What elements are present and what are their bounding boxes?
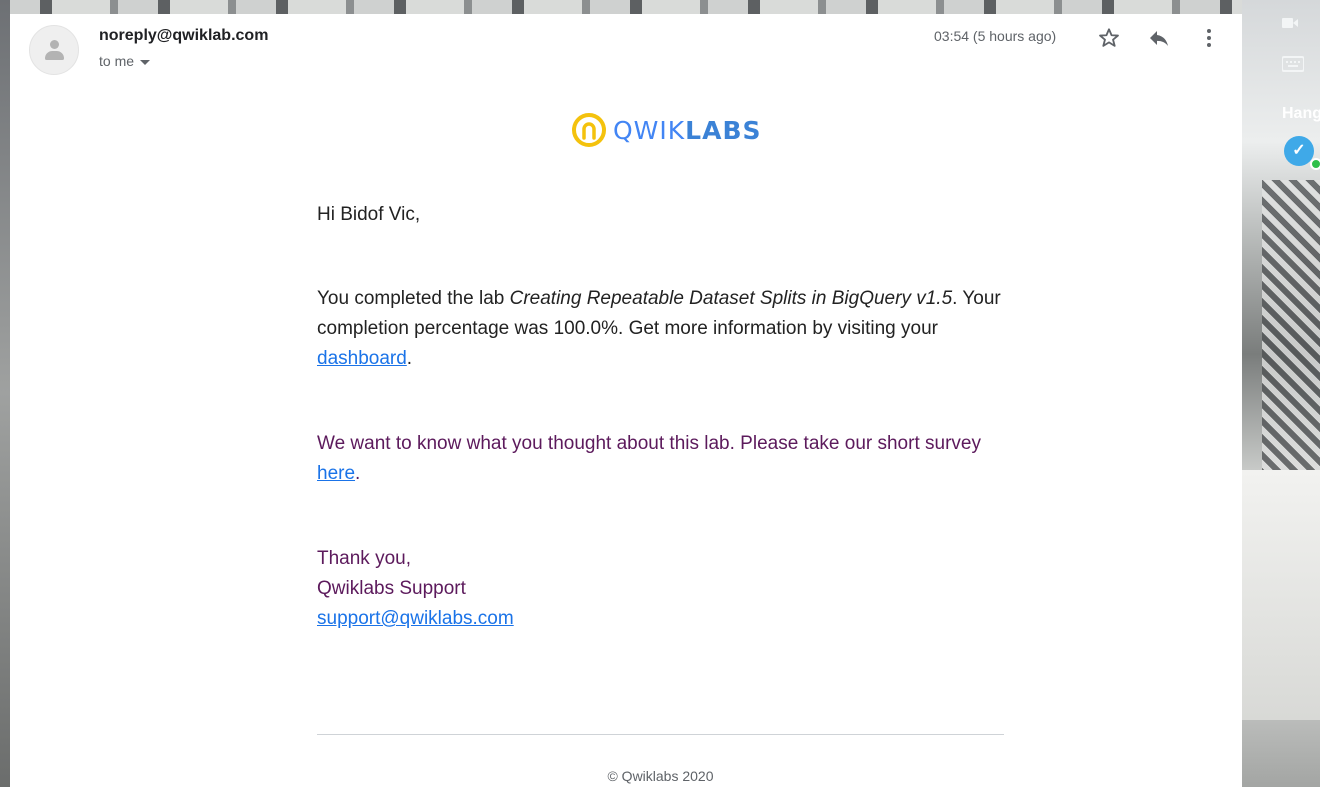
signature-name: Qwiklabs Support	[317, 578, 466, 599]
caret-down-icon	[140, 59, 151, 65]
logo-wordmark: QWIKLABS	[613, 116, 762, 145]
reply-button[interactable]	[1143, 22, 1175, 54]
survey-text-suffix: .	[355, 463, 361, 484]
video-camera-icon[interactable]	[1282, 16, 1298, 34]
support-email-link[interactable]: support@qwiklabs.com	[317, 608, 514, 629]
more-vert-icon	[1207, 29, 1211, 47]
dashboard-link[interactable]: dashboard	[317, 348, 407, 369]
email-timestamp: 03:54 (5 hours ago)	[934, 28, 1057, 44]
background-left	[0, 0, 10, 787]
logo-text-bold: LABS	[685, 115, 762, 145]
signature-block: Thank you, Qwiklabs Support support@qwik…	[317, 544, 514, 634]
footer-copyright: © Qwiklabs 2020	[607, 768, 714, 784]
logo-text-light: QWIK	[613, 115, 686, 145]
survey-link[interactable]: here	[317, 463, 355, 484]
star-icon	[1099, 28, 1119, 47]
background-building	[1242, 470, 1320, 720]
survey-paragraph: We want to know what you thought about t…	[317, 429, 1007, 489]
reply-icon	[1150, 31, 1168, 46]
background-tile	[1262, 180, 1320, 510]
survey-text-prefix: We want to know what you thought about t…	[317, 433, 981, 454]
completion-paragraph: You completed the lab Creating Repeatabl…	[317, 284, 1007, 374]
email-header: noreply@qwiklab.com to me 03:54 (5 hours…	[10, 14, 1242, 94]
avatar-head-shape	[50, 40, 59, 49]
hangouts-label[interactable]: Hang	[1282, 105, 1320, 123]
star-button[interactable]	[1093, 22, 1125, 54]
sender-avatar[interactable]	[29, 25, 79, 75]
right-sidebar: Hang ✓	[1281, 0, 1320, 200]
qwiklabs-logo-icon	[572, 113, 606, 147]
completion-text-prefix: You completed the lab	[317, 288, 510, 309]
email-panel: noreply@qwiklab.com to me 03:54 (5 hours…	[10, 14, 1242, 787]
sender-email[interactable]: noreply@qwiklab.com	[99, 27, 268, 45]
avatar-body-shape	[45, 51, 64, 60]
recipient-dropdown[interactable]: to me	[99, 53, 151, 69]
keyboard-icon[interactable]	[1281, 56, 1305, 76]
online-status-dot	[1310, 158, 1320, 170]
greeting: Hi Bidof Vic,	[317, 204, 421, 225]
qwiklabs-logo: QWIKLABS	[571, 112, 762, 148]
scrollbar[interactable]	[1228, 14, 1242, 787]
completion-text-suffix: .	[406, 348, 413, 369]
recipient-label: to me	[99, 53, 135, 69]
lab-name: Creating Repeatable Dataset Splits in Bi…	[509, 288, 953, 309]
footer-divider	[317, 734, 1004, 735]
thanks-text: Thank you,	[317, 548, 411, 569]
more-options-button[interactable]	[1193, 22, 1225, 54]
